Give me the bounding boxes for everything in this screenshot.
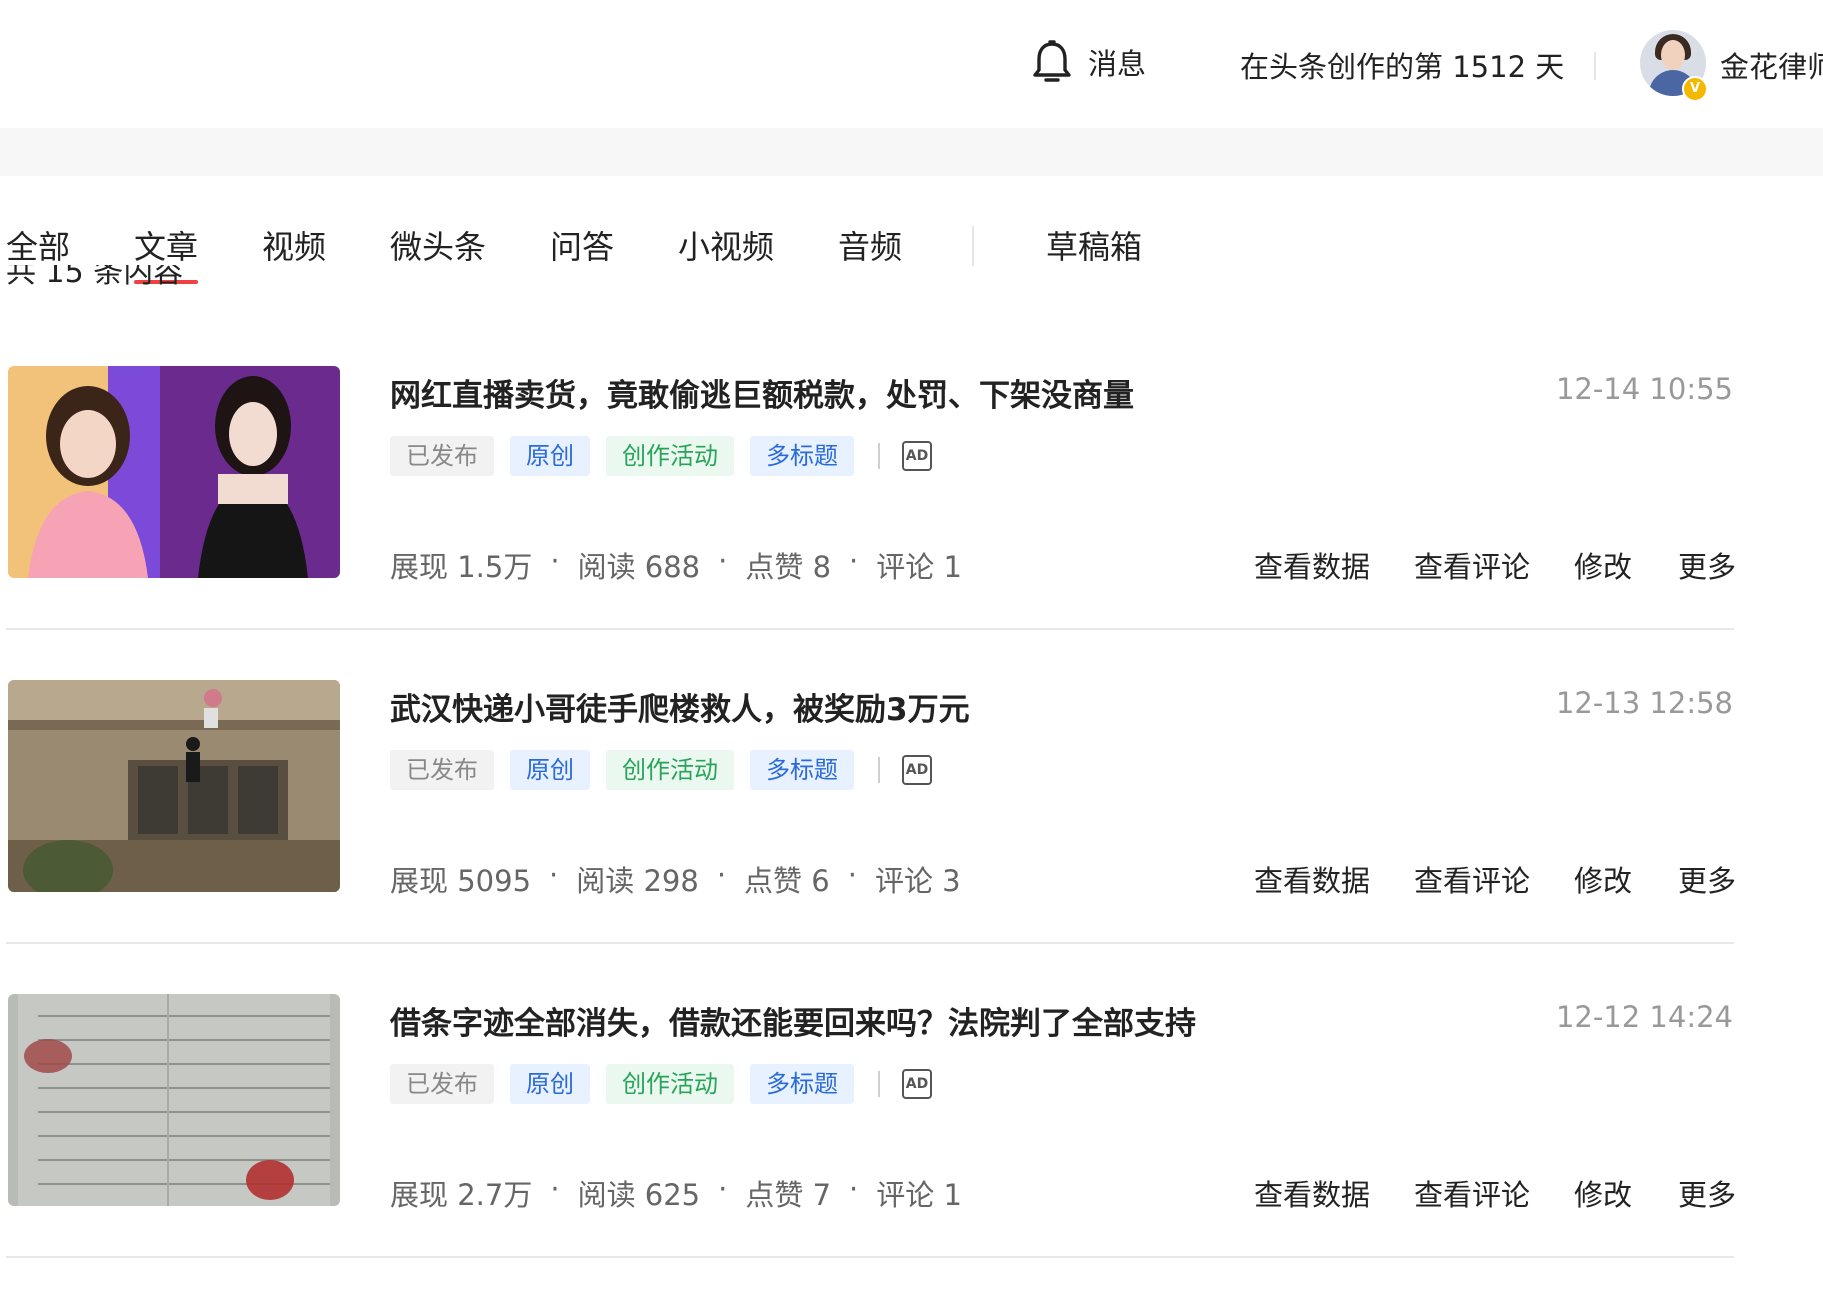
impressions-stat: 展现 5095	[390, 864, 532, 898]
publish-time: 12-14 10:55	[1555, 372, 1733, 406]
more-button[interactable]: 更多	[1678, 1172, 1736, 1214]
tab-audio[interactable]: 音频	[838, 222, 902, 268]
edit-button[interactable]: 修改	[1574, 1172, 1632, 1214]
header-spacer	[0, 128, 1823, 176]
messages-button[interactable]: 消息	[1030, 38, 1146, 86]
article-thumbnail[interactable]	[8, 680, 340, 892]
tab-all[interactable]: 全部	[6, 222, 70, 268]
list-item: 武汉快递小哥徒手爬楼救人，被奖励3万元 12-13 12:58 已发布 原创 创…	[0, 680, 1740, 994]
creation-days-text: 在头条创作的第 1512 天	[1240, 50, 1565, 84]
list-item: 借条字迹全部消失，借款还能要回来吗？法院判了全部支持 12-12 14:24 已…	[0, 994, 1740, 1308]
item-divider	[6, 942, 1734, 944]
activity-tag: 创作活动	[606, 436, 734, 476]
reads-stat: 阅读 298	[576, 864, 699, 898]
tab-drafts[interactable]: 草稿箱	[1046, 222, 1142, 268]
original-tag: 原创	[510, 1064, 590, 1104]
article-thumbnail[interactable]	[8, 994, 340, 1206]
original-tag: 原创	[510, 436, 590, 476]
tab-videos[interactable]: 视频	[262, 222, 326, 268]
tab-short-videos[interactable]: 小视频	[678, 222, 774, 268]
status-badge: 已发布	[390, 750, 494, 790]
messages-label[interactable]: 消息	[1088, 41, 1146, 83]
verified-badge-icon: V	[1682, 76, 1708, 102]
item-divider	[6, 628, 1734, 630]
view-comments-button[interactable]: 查看评论	[1414, 1172, 1530, 1214]
tag-row: 已发布 原创 创作活动 多标题 AD	[390, 750, 932, 790]
impressions-stat: 展现 1.5万	[390, 550, 533, 584]
article-title[interactable]: 武汉快递小哥徒手爬楼救人，被奖励3万元	[390, 684, 970, 729]
status-badge: 已发布	[390, 1064, 494, 1104]
tag-row: 已发布 原创 创作活动 多标题 AD	[390, 436, 932, 476]
tag-divider	[878, 1071, 880, 1097]
article-thumbnail[interactable]	[8, 366, 340, 578]
article-stats: 展现 2.7万 · 阅读 625 · 点赞 7 · 评论 1	[390, 1172, 962, 1212]
view-comments-button[interactable]: 查看评论	[1414, 858, 1530, 900]
header-divider	[1594, 52, 1596, 80]
tag-divider	[878, 757, 880, 783]
view-comments-button[interactable]: 查看评论	[1414, 544, 1530, 586]
article-stats: 展现 1.5万 · 阅读 688 · 点赞 8 · 评论 1	[390, 544, 962, 584]
reads-stat: 阅读 688	[577, 550, 701, 584]
comments-stat: 评论 1	[876, 550, 962, 584]
tab-articles[interactable]: 文章	[134, 222, 199, 284]
item-divider	[6, 1256, 1734, 1258]
view-data-button[interactable]: 查看数据	[1254, 1172, 1370, 1214]
list-item: 网红直播卖货，竟敢偷逃巨额税款，处罚、下架没商量 12-14 10:55 已发布…	[0, 366, 1740, 680]
view-data-button[interactable]: 查看数据	[1254, 544, 1370, 586]
edit-button[interactable]: 修改	[1574, 858, 1632, 900]
status-badge: 已发布	[390, 436, 494, 476]
more-button[interactable]: 更多	[1678, 544, 1736, 586]
multi-title-tag: 多标题	[750, 750, 854, 790]
article-stats: 展现 5095 · 阅读 298 · 点赞 6 · 评论 3	[390, 858, 961, 898]
publish-time: 12-13 12:58	[1555, 686, 1733, 720]
activity-tag: 创作活动	[606, 750, 734, 790]
tag-divider	[878, 443, 880, 469]
original-tag: 原创	[510, 750, 590, 790]
multi-title-tag: 多标题	[750, 1064, 854, 1104]
publish-time: 12-12 14:24	[1555, 1000, 1733, 1034]
article-title[interactable]: 网红直播卖货，竟敢偷逃巨额税款，处罚、下架没商量	[390, 370, 1134, 415]
comments-stat: 评论 1	[876, 1178, 962, 1212]
ad-icon: AD	[902, 1069, 932, 1099]
comments-stat: 评论 3	[874, 864, 961, 898]
tag-row: 已发布 原创 创作活动 多标题 AD	[390, 1064, 932, 1104]
tab-divider	[972, 226, 974, 266]
likes-stat: 点赞 7	[745, 1178, 832, 1212]
ad-icon: AD	[902, 441, 932, 471]
top-bar: 消息 在头条创作的第 1512 天 V 金花律师	[0, 0, 1823, 128]
reads-stat: 阅读 625	[577, 1178, 701, 1212]
edit-button[interactable]: 修改	[1574, 544, 1632, 586]
view-data-button[interactable]: 查看数据	[1254, 858, 1370, 900]
impressions-stat: 展现 2.7万	[390, 1178, 533, 1212]
username[interactable]: 金花律师	[1720, 44, 1823, 86]
multi-title-tag: 多标题	[750, 436, 854, 476]
more-button[interactable]: 更多	[1678, 858, 1736, 900]
likes-stat: 点赞 6	[744, 864, 830, 898]
bell-icon	[1033, 40, 1071, 82]
ad-icon: AD	[902, 755, 932, 785]
content-count: 共 15 条内容	[6, 265, 184, 290]
article-title[interactable]: 借条字迹全部消失，借款还能要回来吗？法院判了全部支持	[390, 998, 1196, 1043]
activity-tag: 创作活动	[606, 1064, 734, 1104]
likes-stat: 点赞 8	[745, 550, 832, 584]
tab-micro-posts[interactable]: 微头条	[390, 222, 486, 268]
tab-qa[interactable]: 问答	[550, 222, 614, 268]
